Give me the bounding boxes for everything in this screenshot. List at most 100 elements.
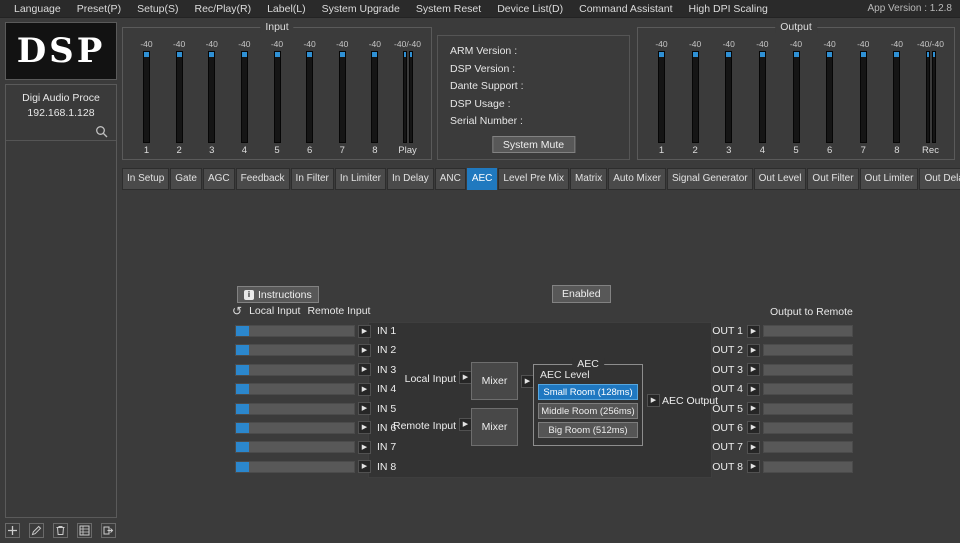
output-level-slider[interactable] <box>763 344 853 356</box>
meter-bar <box>725 51 732 143</box>
tab-in-delay[interactable]: In Delay <box>387 168 434 190</box>
output-expand-button[interactable]: ▶ <box>747 363 760 376</box>
input-expand-button[interactable]: ▶ <box>358 402 371 415</box>
io-header: ↺ Local Input Remote Input <box>232 305 370 317</box>
meter-peak-indicator <box>827 52 832 57</box>
input-expand-button[interactable]: ▶ <box>358 460 371 473</box>
input-level-slider[interactable] <box>235 422 355 434</box>
refresh-icon[interactable]: ↺ <box>232 305 242 317</box>
search-icon[interactable] <box>95 125 109 139</box>
meter-channel: -405 <box>264 39 291 156</box>
meter-value-label: -40 <box>891 39 903 50</box>
meter-bars <box>371 51 378 143</box>
output-expand-button[interactable]: ▶ <box>747 441 760 454</box>
menu-item-command-assistant[interactable]: Command Assistant <box>571 0 680 18</box>
tab-out-delay[interactable]: Out Delay <box>919 168 960 190</box>
output-expand-button[interactable]: ▶ <box>747 383 760 396</box>
menu-item-high-dpi-scaling[interactable]: High DPI Scaling <box>681 0 776 18</box>
input-expand-button[interactable]: ▶ <box>358 363 371 376</box>
aec-input-row: ▶IN 3 <box>235 364 396 376</box>
meter-value-label: -40/-40 <box>917 39 944 50</box>
tab-auto-mixer[interactable]: Auto Mixer <box>608 168 666 190</box>
input-level-slider[interactable] <box>235 403 355 415</box>
input-channel-label: IN 7 <box>377 441 396 453</box>
menu-item-device-list-d[interactable]: Device List(D) <box>489 0 571 18</box>
menu-item-setup-s[interactable]: Setup(S) <box>129 0 186 18</box>
tab-in-filter[interactable]: In Filter <box>291 168 334 190</box>
tab-gate[interactable]: Gate <box>170 168 202 190</box>
tab-in-limiter[interactable]: In Limiter <box>335 168 386 190</box>
tab-agc[interactable]: AGC <box>203 168 235 190</box>
tab-out-filter[interactable]: Out Filter <box>807 168 858 190</box>
output-level-slider[interactable] <box>763 403 853 415</box>
meter-channel-label: Play <box>398 145 416 156</box>
meter-bars <box>826 51 833 143</box>
slider-fill <box>236 384 249 394</box>
meter-bars <box>176 51 183 143</box>
tab-signal-generator[interactable]: Signal Generator <box>667 168 753 190</box>
system-mute-button[interactable]: System Mute <box>492 136 575 153</box>
edit-device-button[interactable] <box>29 523 44 538</box>
aec-level-option-middle-room-256ms[interactable]: Middle Room (256ms) <box>538 403 638 419</box>
instructions-button[interactable]: i Instructions <box>237 286 319 303</box>
device-list-button[interactable] <box>77 523 92 538</box>
input-expand-button[interactable]: ▶ <box>358 441 371 454</box>
output-expand-button[interactable]: ▶ <box>747 421 760 434</box>
tab-feedback[interactable]: Feedback <box>236 168 290 190</box>
input-expand-button[interactable]: ▶ <box>358 421 371 434</box>
tab-level-pre-mix[interactable]: Level Pre Mix <box>498 168 569 190</box>
meter-value-label: -40 <box>756 39 768 50</box>
mixer-local-box[interactable]: Mixer <box>471 362 518 400</box>
aec-level-option-small-room-128ms[interactable]: Small Room (128ms) <box>538 384 638 400</box>
tab-out-limiter[interactable]: Out Limiter <box>860 168 919 190</box>
delete-device-button[interactable] <box>53 523 68 538</box>
input-channel-label: IN 2 <box>377 344 396 356</box>
input-level-slider[interactable] <box>235 441 355 453</box>
input-level-slider[interactable] <box>235 344 355 356</box>
menu-item-system-upgrade[interactable]: System Upgrade <box>314 0 408 18</box>
output-level-slider[interactable] <box>763 383 853 395</box>
meter-channel-label: Rec <box>922 145 939 156</box>
remote-input-header[interactable]: Remote Input <box>307 305 370 317</box>
meter-peak-indicator <box>340 52 345 57</box>
input-level-slider[interactable] <box>235 461 355 473</box>
tab-anc[interactable]: ANC <box>435 168 466 190</box>
output-level-slider[interactable] <box>763 422 853 434</box>
menu-item-language[interactable]: Language <box>6 0 69 18</box>
menu-item-label-l[interactable]: Label(L) <box>259 0 314 18</box>
output-level-slider[interactable] <box>763 364 853 376</box>
meter-channel: -40/-40Play <box>394 39 421 156</box>
meter-bar <box>274 51 281 143</box>
aec-level-option-big-room-512ms[interactable]: Big Room (512ms) <box>538 422 638 438</box>
input-level-slider[interactable] <box>235 383 355 395</box>
input-expand-button[interactable]: ▶ <box>358 383 371 396</box>
input-level-slider[interactable] <box>235 325 355 337</box>
output-level-slider[interactable] <box>763 441 853 453</box>
local-input-header[interactable]: Local Input <box>249 305 300 317</box>
output-expand-button[interactable]: ▶ <box>747 402 760 415</box>
info-field-dsp-version: DSP Version : <box>450 61 629 79</box>
meter-channel: -404 <box>749 39 776 156</box>
tab-out-level[interactable]: Out Level <box>754 168 807 190</box>
enabled-button[interactable]: Enabled <box>552 285 611 303</box>
output-level-slider[interactable] <box>763 325 853 337</box>
tab-in-setup[interactable]: In Setup <box>122 168 169 190</box>
tab-matrix[interactable]: Matrix <box>570 168 607 190</box>
meter-bar <box>403 51 407 143</box>
input-expand-button[interactable]: ▶ <box>358 344 371 357</box>
menu-item-rec-play-r[interactable]: Rec/Play(R) <box>187 0 260 18</box>
output-expand-button[interactable]: ▶ <box>747 325 760 338</box>
export-button[interactable] <box>101 523 116 538</box>
menu-item-preset-p[interactable]: Preset(P) <box>69 0 129 18</box>
tab-aec[interactable]: AEC <box>467 168 498 190</box>
output-expand-button[interactable]: ▶ <box>747 460 760 473</box>
input-level-slider[interactable] <box>235 364 355 376</box>
menu-item-system-reset[interactable]: System Reset <box>408 0 489 18</box>
output-expand-button[interactable]: ▶ <box>747 344 760 357</box>
output-level-slider[interactable] <box>763 461 853 473</box>
input-expand-button[interactable]: ▶ <box>358 325 371 338</box>
meter-bars <box>893 51 900 143</box>
add-device-button[interactable] <box>5 523 20 538</box>
meter-channel: -407 <box>850 39 877 156</box>
mixer-remote-box[interactable]: Mixer <box>471 408 518 446</box>
